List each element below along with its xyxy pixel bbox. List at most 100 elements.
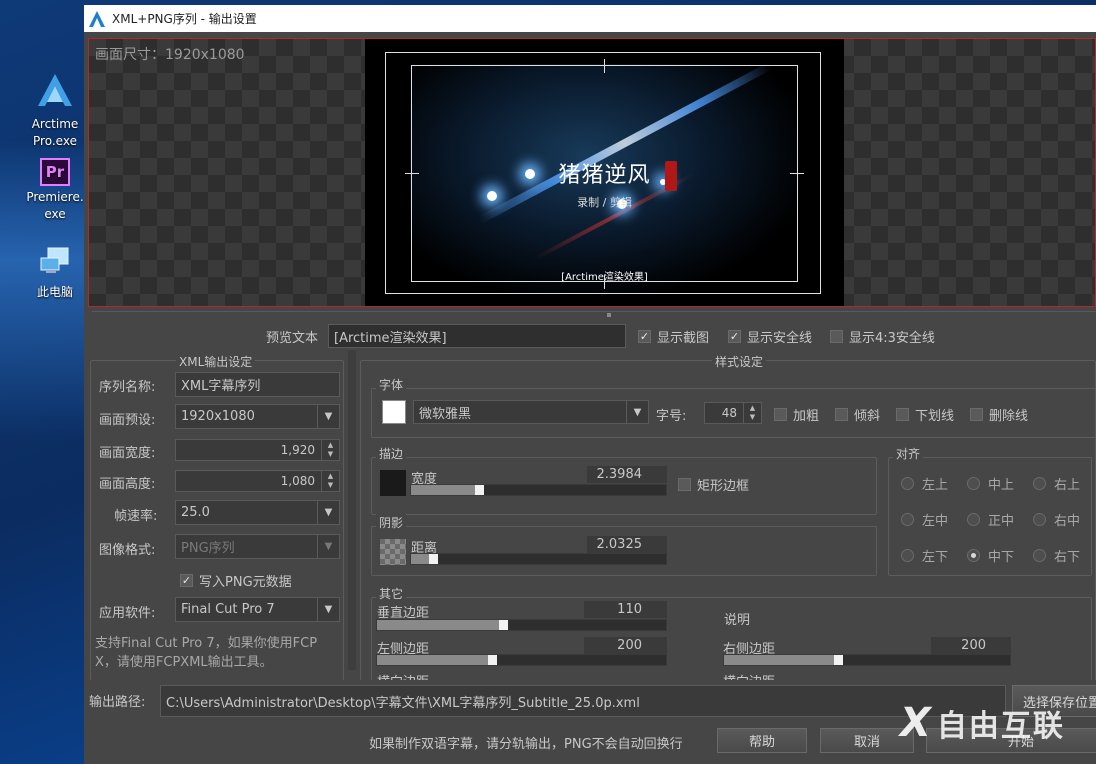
align-radio-label: 右中 [1054, 514, 1081, 529]
chevron-down-icon: ▼ [317, 405, 339, 428]
premiere-icon-glyph: Pr [45, 163, 65, 181]
checkbox-box [830, 330, 843, 343]
style-settings-group-title: 样式设定 [712, 353, 767, 370]
align-radio[interactable]: 左下 [901, 546, 948, 565]
preview-canvas[interactable]: 画面尺寸：1920x1080 猪猪逆风 录制 / 剪辑 [Arctime渲染效果… [88, 38, 1096, 307]
align-radio[interactable]: 正中 [967, 510, 1014, 529]
align-radio-label: 正中 [988, 514, 1015, 529]
sequence-name-label: 序列名称: [99, 380, 156, 395]
desktop-icon-arctime[interactable]: Arctime Pro.exe [24, 72, 86, 150]
slider-knob[interactable] [475, 485, 484, 495]
stroke-width-value[interactable]: 2.3984 [587, 466, 667, 483]
right-margin-slider[interactable] [723, 654, 1011, 666]
slider-knob[interactable] [488, 655, 497, 665]
align-radio-label: 中上 [988, 478, 1015, 493]
left-margin-slider[interactable] [376, 654, 667, 666]
align-radio[interactable]: 中下 [967, 546, 1014, 565]
width-stepper[interactable]: 1,920 ▲ ▼ [175, 439, 340, 461]
checkbox-label: 加粗 [793, 409, 820, 424]
checkbox-label: 矩形边框 [697, 479, 750, 494]
bilingual-hint: 如果制作双语字幕，请分轨输出，PNG不会自动回换行 [369, 737, 683, 752]
align-radio[interactable]: 右上 [1033, 474, 1080, 493]
fps-value: 25.0 [181, 505, 210, 520]
settings-scrollbar[interactable] [348, 350, 356, 670]
red-seal-stamp [665, 161, 677, 191]
align-radio[interactable]: 左上 [901, 474, 948, 493]
italic-checkbox[interactable]: 倾斜 [835, 405, 880, 424]
watermark-text: 自由互联 [936, 709, 1065, 744]
radio-dot [1033, 549, 1046, 562]
preview-text-input[interactable]: [Arctime渲染效果] [328, 324, 626, 348]
checkbox-label: 倾斜 [854, 409, 881, 424]
checkbox-box [678, 478, 691, 491]
arctime-icon [38, 74, 72, 106]
font-color-swatch[interactable] [382, 400, 406, 424]
stroke-width-slider[interactable] [410, 484, 667, 496]
show-43-safe-line-checkbox[interactable]: 显示4:3安全线 [830, 327, 935, 346]
radio-dot [1033, 513, 1046, 526]
slider-knob[interactable] [499, 620, 508, 630]
stepper-arrows-icon[interactable]: ▲ ▼ [743, 403, 761, 423]
cut-row-left-label: 横向边距 [377, 671, 429, 680]
chevron-down-icon: ▼ [317, 598, 339, 621]
slider-fill [377, 655, 490, 665]
font-size-value: 48 [721, 406, 737, 420]
help-button[interactable]: 帮助 [717, 728, 807, 753]
radio-dot [901, 513, 914, 526]
sequence-name-input[interactable]: XML字幕序列 [175, 372, 340, 397]
shadow-distance-slider[interactable] [410, 553, 667, 565]
show-safe-line-checkbox[interactable]: ✓ 显示安全线 [728, 327, 812, 346]
write-png-metadata-checkbox[interactable]: ✓ 写入PNG元数据 [180, 571, 292, 590]
bold-checkbox[interactable]: 加粗 [774, 405, 819, 424]
slider-knob[interactable] [429, 554, 438, 564]
output-path-label: 输出路径: [89, 695, 146, 710]
stepper-arrows-icon[interactable]: ▲ ▼ [321, 440, 339, 460]
premiere-icon: Pr [40, 158, 70, 186]
align-radio[interactable]: 右中 [1033, 510, 1080, 529]
slider-fill [411, 554, 431, 564]
image-format-dropdown[interactable]: PNG序列 ▼ [175, 534, 340, 559]
desktop-icon-label-line2: exe [44, 207, 66, 221]
slider-knob[interactable] [834, 655, 843, 665]
checkbox-box: ✓ [638, 330, 651, 343]
left-margin-value[interactable]: 200 [584, 637, 667, 654]
app-dropdown[interactable]: Final Cut Pro 7 ▼ [175, 597, 340, 622]
radio-dot [1033, 477, 1046, 490]
show-screenshot-checkbox[interactable]: ✓ 显示截图 [638, 327, 709, 346]
font-size-stepper[interactable]: 48 ▲ ▼ [704, 402, 762, 424]
radio-dot [967, 513, 980, 526]
desktop-icon-premiere[interactable]: Pr Premiere. exe [24, 158, 86, 223]
fps-dropdown[interactable]: 25.0 ▼ [175, 500, 340, 525]
preview-sub-text: 录制 / 剪辑 [577, 196, 632, 209]
checkbox-box: ✓ [180, 574, 193, 587]
stepper-arrows-icon[interactable]: ▲ ▼ [321, 471, 339, 491]
vertical-margin-slider[interactable] [376, 619, 667, 631]
app-note-line1: 支持Final Cut Pro 7，如果你使用FCP [95, 636, 318, 651]
desktop-icon-label-line2: Pro.exe [33, 134, 77, 148]
align-radio[interactable]: 中上 [967, 474, 1014, 493]
right-margin-value[interactable]: 200 [931, 637, 1011, 654]
height-stepper[interactable]: 1,080 ▲ ▼ [175, 470, 340, 492]
underline-checkbox[interactable]: 下划线 [896, 405, 954, 424]
preset-dropdown[interactable]: 1920x1080 ▼ [175, 404, 340, 429]
shadow-distance-value[interactable]: 2.0325 [587, 536, 667, 553]
strikethrough-checkbox[interactable]: 删除线 [970, 405, 1028, 424]
checkbox-label: 写入PNG元数据 [199, 575, 292, 590]
font-name-dropdown[interactable]: 微软雅黑 ▼ [413, 400, 649, 424]
checkbox-label: 显示4:3安全线 [849, 331, 935, 346]
watermark: X 自由互联 [900, 700, 1065, 746]
output-path-input[interactable]: C:\Users\Administrator\Desktop\字幕文件\XML字… [160, 685, 1006, 717]
radio-dot [901, 549, 914, 562]
align-radio[interactable]: 右下 [1033, 546, 1080, 565]
window-titlebar[interactable]: XML+PNG序列 - 输出设置 [84, 5, 1096, 32]
rect-border-checkbox[interactable]: 矩形边框 [678, 475, 749, 494]
align-radio[interactable]: 左中 [901, 510, 948, 529]
align-radio-label: 左中 [922, 514, 949, 529]
stroke-color-swatch[interactable] [380, 470, 406, 496]
align-radio-label: 右上 [1054, 478, 1081, 493]
vertical-margin-value[interactable]: 110 [584, 601, 667, 618]
desktop-icon-this-pc[interactable]: 此电脑 [24, 246, 86, 301]
panel-splitter[interactable] [92, 311, 1096, 317]
shadow-color-swatch[interactable] [380, 539, 406, 565]
align-radio-label: 左上 [922, 478, 949, 493]
